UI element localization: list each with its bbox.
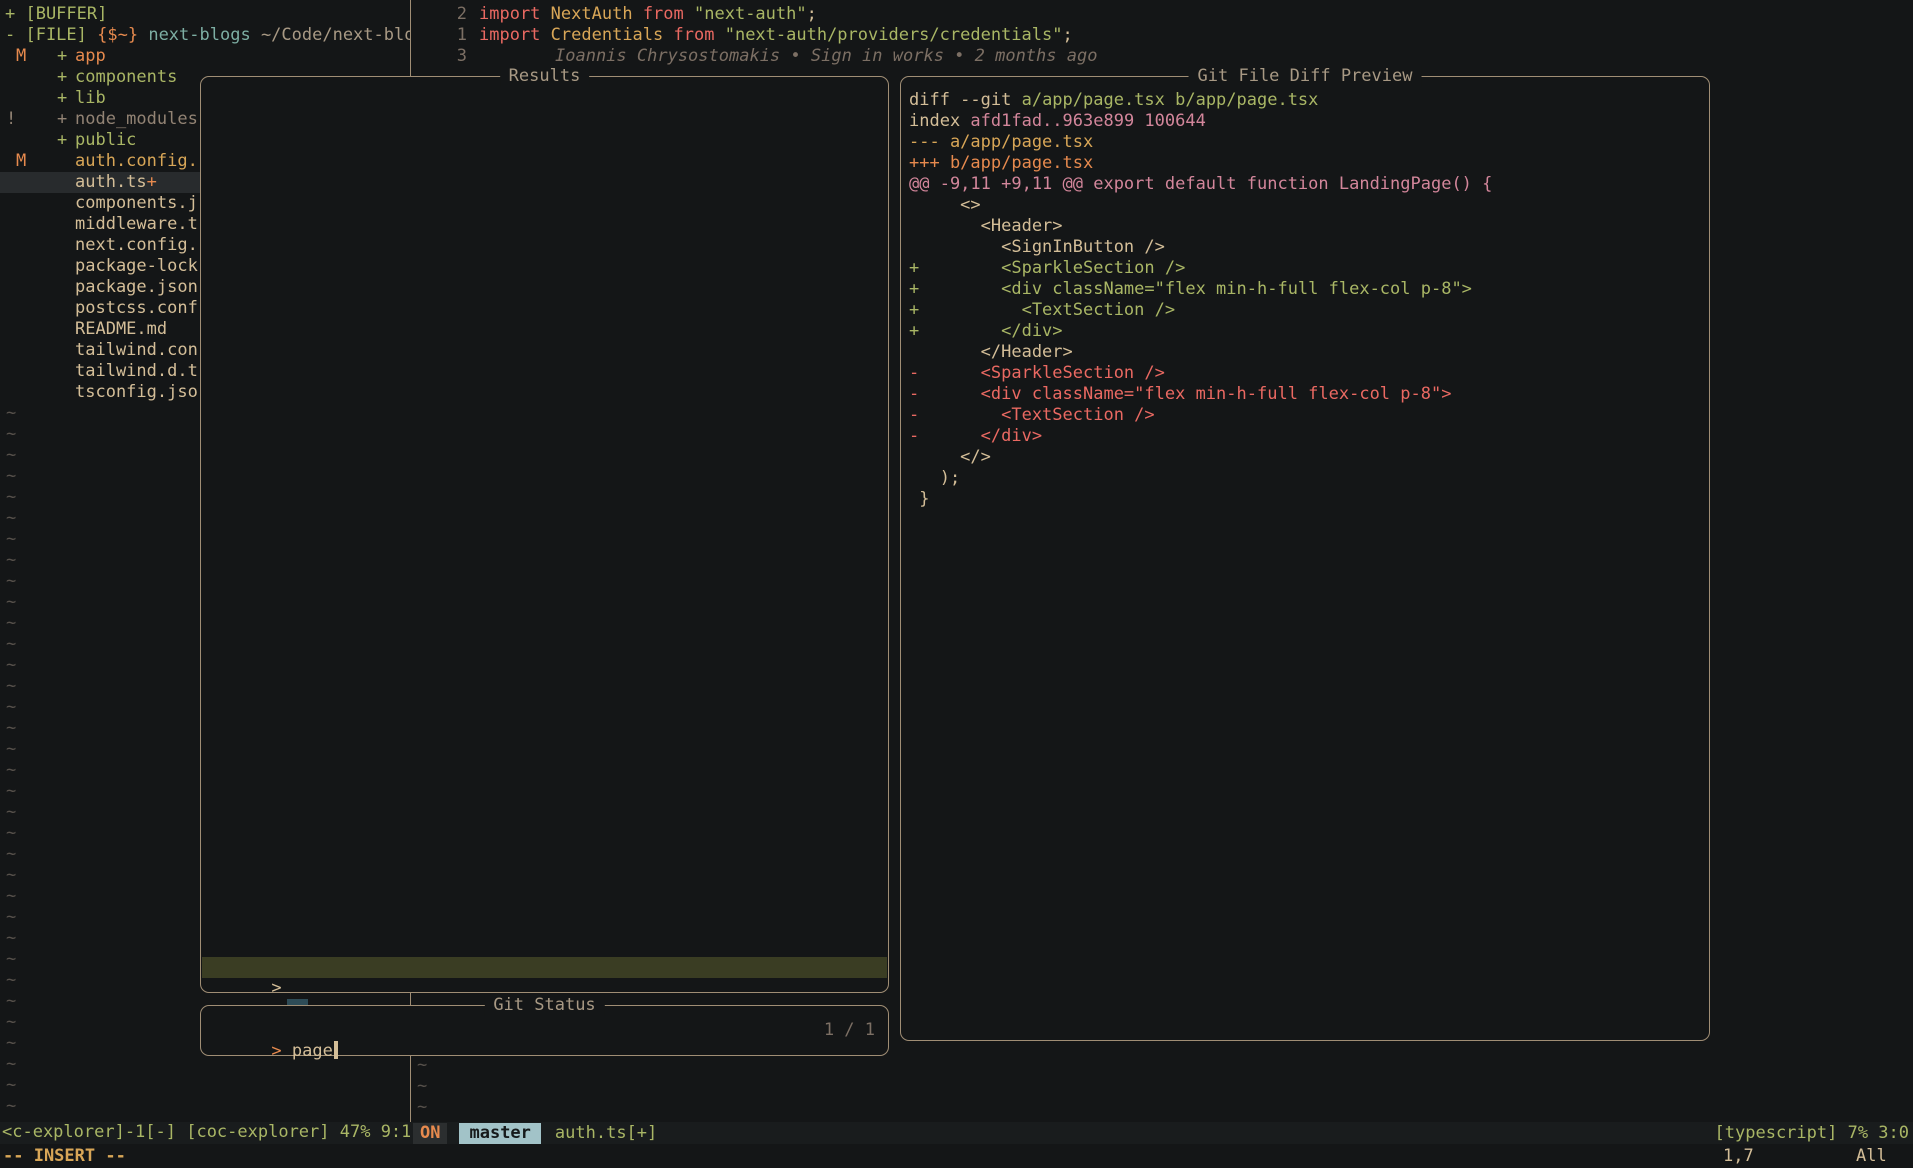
statusline-file-info: auth.ts[+] — [555, 1123, 657, 1144]
tree-item-label: tailwind.d.t — [75, 361, 198, 382]
diff-line: + <SparkleSection /> — [909, 258, 1709, 279]
search-query: page — [292, 1041, 333, 1061]
line-number: 2 — [411, 4, 467, 25]
explorer-header-line[interactable]: - [FILE] {$~} next-blogs ~/Code/next-blo — [0, 25, 410, 46]
diff-line: index afd1fad..963e899 100644 — [909, 111, 1709, 132]
diff-line: + </div> — [909, 321, 1709, 342]
nvim-terminal: + [BUFFER]- [FILE] {$~} next-blogs ~/Cod… — [0, 0, 1913, 1168]
results-panel-title: Results — [500, 66, 590, 87]
tree-item-label: lib — [75, 88, 106, 109]
diagnostic-marker: ! — [6, 109, 16, 130]
expand-icon: + — [57, 109, 67, 130]
diff-preview-panel: Git File Diff Preview diff --git a/app/p… — [900, 76, 1710, 1041]
tree-item-label: package.json — [75, 277, 198, 298]
diff-line: ); — [909, 468, 1709, 489]
diff-line: } — [909, 489, 1709, 510]
statusline-right: ON master auth.ts[+] [typescript] 7% 3:0 — [411, 1122, 1913, 1144]
git-status-panel: Git Status > page 1 / 1 — [200, 1005, 889, 1056]
diff-line: <Header> — [909, 216, 1709, 237]
editor-line: 2import NextAuth from "next-auth"; — [411, 4, 1913, 25]
tree-item-label: components.j — [75, 193, 198, 214]
line-number: 1 — [411, 25, 467, 46]
diff-line: - <div className="flex min-h-full flex-c… — [909, 384, 1709, 405]
diff-line: - <TextSection /> — [909, 405, 1709, 426]
tree-item-label: postcss.conf — [75, 298, 198, 319]
git-modified-marker: M — [16, 46, 26, 67]
explorer-empty-line: ~ — [0, 1075, 410, 1096]
search-prompt[interactable]: > page 1 / 1 — [202, 1020, 887, 1041]
diff-preview-title: Git File Diff Preview — [1189, 66, 1422, 87]
git-added-marker: + — [147, 172, 157, 192]
results-panel: Results > ~ app/page.tsx — [200, 76, 889, 993]
expand-icon: + — [57, 88, 67, 109]
tree-item-label: README.md — [75, 319, 167, 340]
diff-line: diff --git a/app/page.tsx b/app/page.tsx — [909, 90, 1709, 111]
diff-line: <> — [909, 195, 1709, 216]
ruler-scroll-indicator: All — [1856, 1146, 1887, 1167]
diff-line: <SignInButton /> — [909, 237, 1709, 258]
expand-icon: + — [57, 46, 67, 67]
editor-line: 3 Ioannis Chrysostomakis • Sign in works … — [411, 46, 1913, 67]
git-blame-text: Ioannis Chrysostomakis • Sign in works •… — [555, 46, 1097, 66]
ruler-cursor-position: 1,7 — [1723, 1146, 1754, 1167]
diff-line: - <SparkleSection /> — [909, 363, 1709, 384]
match-counter: 1 / 1 — [824, 1020, 875, 1041]
expand-icon: + — [57, 130, 67, 151]
diff-line: + <div className="flex min-h-full flex-c… — [909, 279, 1709, 300]
tree-item-label: auth.config. — [75, 151, 198, 172]
selection-caret-icon: > — [271, 978, 281, 998]
tree-item-label: public — [75, 130, 136, 151]
diff-line: - </div> — [909, 426, 1709, 447]
git-branch-badge: master — [459, 1123, 540, 1144]
diff-line: </Header> — [909, 342, 1709, 363]
diff-line: --- a/app/page.tsx — [909, 132, 1709, 153]
explorer-header-line[interactable]: + [BUFFER] — [0, 4, 410, 25]
selected-result-row[interactable]: > ~ app/page.tsx — [202, 957, 887, 978]
tree-item-label: tsconfig.jso — [75, 382, 198, 403]
command-line: -- INSERT -- 1,7 All — [0, 1144, 1913, 1168]
statusline-explorer-info: <c-explorer]-1[-] [coc-explorer] 47% 9:1 — [2, 1122, 410, 1143]
diff-line: </> — [909, 447, 1709, 468]
tree-item-label: package-lock — [75, 256, 198, 277]
tree-item-label: middleware.t — [75, 214, 198, 235]
editor-empty-lines: ~~~ — [417, 1055, 427, 1118]
tree-item-label: components — [75, 67, 177, 88]
tree-item-label: auth.ts+ — [75, 172, 157, 193]
tree-item-label: app — [75, 46, 106, 67]
tree-item-label: node_modules — [75, 109, 198, 130]
insert-mode-indicator: -- INSERT -- — [3, 1146, 126, 1167]
statusline-mode-badge: ON — [413, 1123, 447, 1144]
diff-line: +++ b/app/page.tsx — [909, 153, 1709, 174]
line-number: 3 — [411, 46, 467, 67]
statusline: <c-explorer]-1[-] [coc-explorer] 47% 9:1… — [0, 1122, 1913, 1144]
text-cursor — [334, 1041, 338, 1059]
statusline-lsp-info: [typescript] 7% 3:0 — [1715, 1123, 1913, 1144]
editor-line: 1import Credentials from "next-auth/prov… — [411, 25, 1913, 46]
tree-item-label: next.config. — [75, 235, 198, 256]
git-status-panel-title: Git Status — [484, 995, 604, 1016]
tree-item-label: tailwind.con — [75, 340, 198, 361]
explorer-empty-line: ~ — [0, 1096, 410, 1117]
explorer-empty-line: ~ — [0, 1054, 410, 1075]
git-modified-marker: M — [16, 151, 26, 172]
diff-line: @@ -9,11 +9,11 @@ export default functio… — [909, 174, 1709, 195]
diff-line: + <TextSection /> — [909, 300, 1709, 321]
prompt-caret-icon: > — [271, 1041, 281, 1061]
expand-icon: + — [57, 67, 67, 88]
tree-item-app[interactable]: M + app — [0, 46, 410, 67]
